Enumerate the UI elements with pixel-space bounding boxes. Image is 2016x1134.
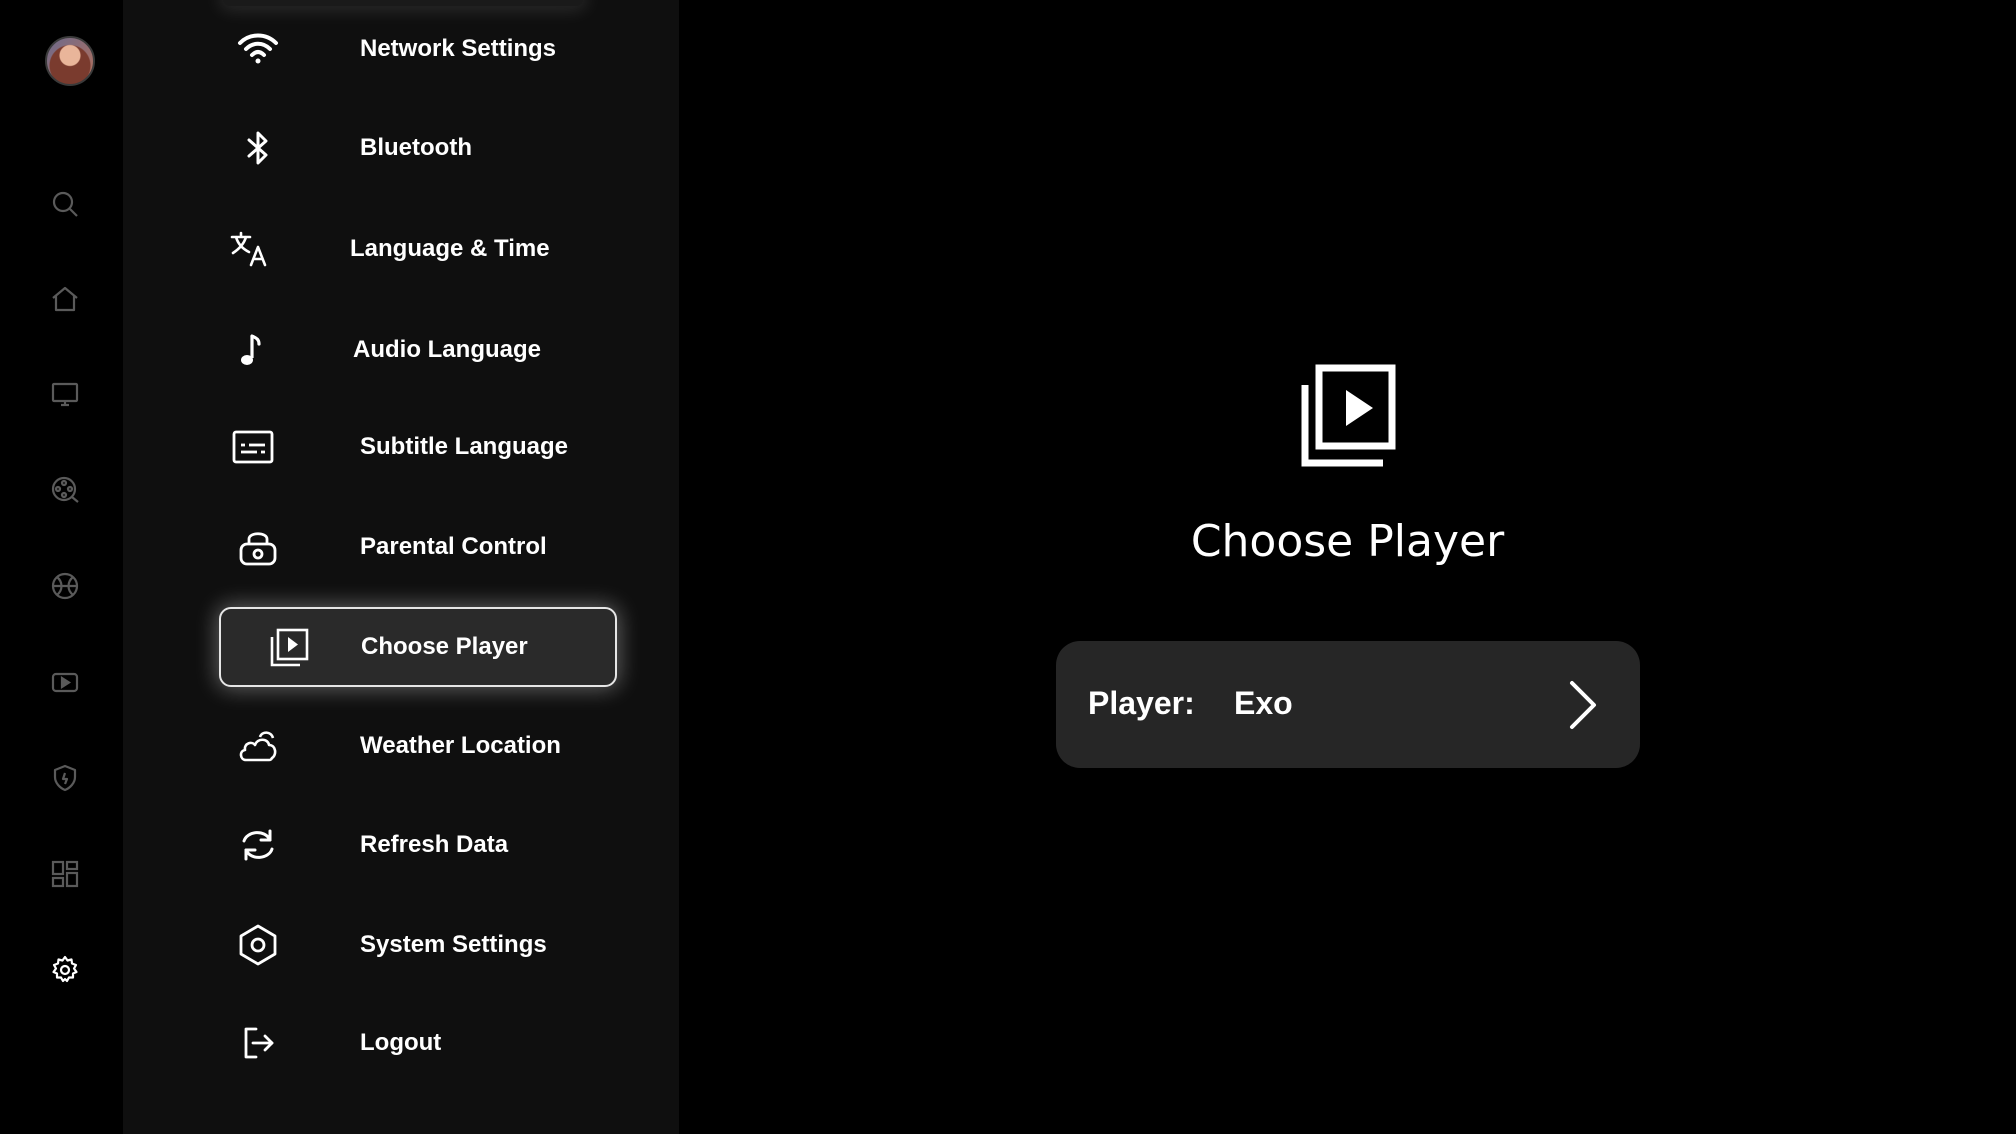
search-icon[interactable] [45,184,85,224]
menu-item-label: Audio Language [353,336,541,363]
page-title: Choose Player [1190,516,1505,567]
gear-icon[interactable] [45,950,85,990]
music-note-icon [229,327,275,373]
avatar[interactable] [45,36,95,86]
menu-item-label: Subtitle Language [360,433,569,460]
subtitles-icon [230,424,276,470]
menu-item-label: Choose Player [361,633,528,660]
video-library-icon [266,624,312,670]
menu-item-subtitle-language[interactable]: Subtitle Language [220,408,616,486]
menu-item-label: System Settings [360,931,547,958]
menu-item-language-time[interactable]: Language & Time [220,210,616,288]
tv-icon[interactable] [45,374,85,414]
shield-icon[interactable] [45,758,85,798]
home-icon[interactable] [45,279,85,319]
menu-item-parental-control[interactable]: Parental Control [220,508,616,586]
menu-item-network-settings[interactable]: Network Settings [220,10,616,88]
wifi-icon [235,26,281,72]
cloud-icon [235,723,281,769]
menu-item-label: Network Settings [360,35,557,62]
scroll-indicator [223,0,583,6]
grid-icon[interactable] [45,854,85,894]
bluetooth-icon [235,125,281,171]
settings-menu: Network Settings Bluetooth Language & Ti… [123,0,679,1134]
menu-item-system-settings[interactable]: System Settings [220,906,616,984]
menu-item-label: Bluetooth [360,134,472,161]
main-content: Choose Player Player: Exo [679,0,2016,1134]
video-library-icon [1301,364,1396,467]
icon-rail [0,0,123,1134]
movie-reel-icon[interactable] [45,470,85,510]
menu-item-audio-language[interactable]: Audio Language [220,311,616,389]
menu-item-label: Logout [360,1029,442,1056]
menu-item-choose-player[interactable]: Choose Player [219,607,617,687]
sports-ball-icon[interactable] [45,566,85,606]
menu-item-label: Parental Control [360,533,547,560]
menu-item-bluetooth[interactable]: Bluetooth [220,109,616,187]
menu-item-label: Refresh Data [360,831,509,858]
lock-icon [235,524,281,570]
refresh-icon [235,822,281,868]
menu-item-logout[interactable]: Logout [220,1004,616,1082]
video-play-icon[interactable] [45,662,85,702]
menu-item-refresh-data[interactable]: Refresh Data [220,806,616,884]
player-selector[interactable]: Player: Exo [1056,641,1640,768]
menu-item-weather-location[interactable]: Weather Location [220,707,616,785]
player-value: Exo [1234,685,1293,721]
player-label: Player: [1088,685,1195,721]
chevron-right-icon [1570,681,1596,729]
logout-icon [235,1020,281,1066]
menu-item-label: Weather Location [360,732,561,759]
hexagon-settings-icon [235,922,281,968]
translate-icon [227,226,273,272]
menu-item-label: Language & Time [350,235,550,262]
